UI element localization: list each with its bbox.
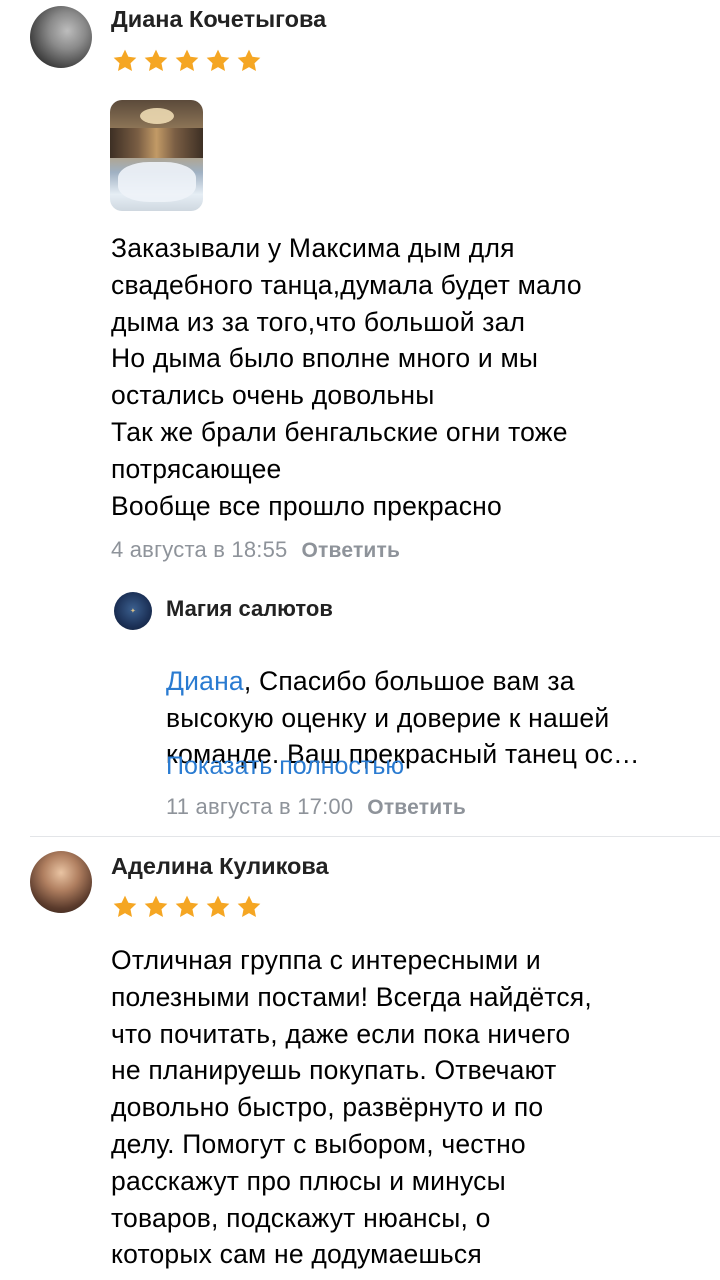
review-text: Заказывали у Максима дым для свадебного … <box>111 233 582 521</box>
star-icon <box>113 895 137 918</box>
rating-stars <box>111 47 263 75</box>
rating-stars <box>111 893 263 921</box>
show-more-link[interactable]: Показать полностью <box>166 752 404 781</box>
divider <box>30 836 720 837</box>
star-icon <box>206 49 230 72</box>
reply-meta: 11 августа в 17:00 Ответить <box>166 794 466 820</box>
avatar[interactable] <box>30 851 92 913</box>
review-meta: 4 августа в 18:55 Ответить <box>111 537 400 563</box>
reply-author-name[interactable]: Магия салютов <box>166 596 333 622</box>
review-author-name[interactable]: Диана Кочетыгова <box>111 6 326 33</box>
star-icon <box>237 49 261 72</box>
star-icon <box>113 49 137 72</box>
review-photo[interactable] <box>110 100 203 211</box>
star-icon <box>144 895 168 918</box>
mention-link[interactable]: Диана <box>166 666 244 696</box>
reply-button[interactable]: Ответить <box>367 796 466 819</box>
avatar[interactable] <box>30 6 92 68</box>
review-date[interactable]: 4 августа в 18:55 <box>111 537 287 562</box>
star-icon <box>237 895 261 918</box>
brand-logo-icon: ✦ <box>129 608 137 615</box>
reply-button[interactable]: Ответить <box>301 539 400 562</box>
star-icon <box>144 49 168 72</box>
star-icon <box>175 895 199 918</box>
review-text: Отличная группа с интересными и полезным… <box>111 945 592 1270</box>
reply-date[interactable]: 11 августа в 17:00 <box>166 794 353 819</box>
avatar[interactable]: ✦ <box>114 592 152 630</box>
review-author-name[interactable]: Аделина Куликова <box>111 853 329 880</box>
star-icon <box>206 895 230 918</box>
star-icon <box>175 49 199 72</box>
